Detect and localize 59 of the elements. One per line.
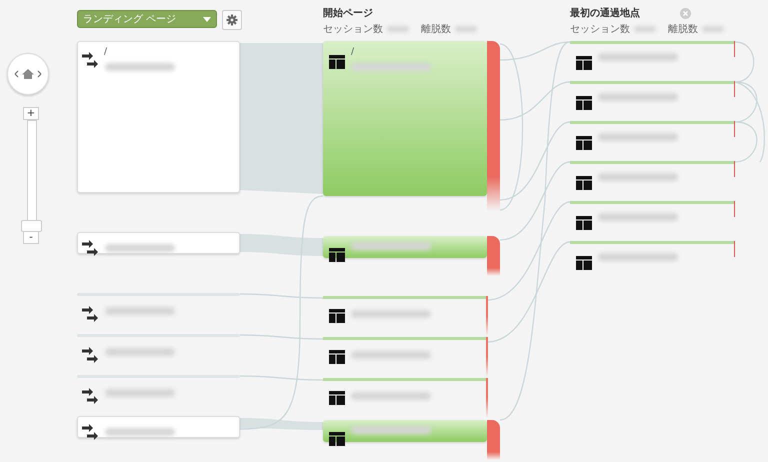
page-path: / — [351, 47, 354, 57]
blurred-text — [105, 63, 175, 71]
page-node[interactable] — [323, 296, 487, 299]
page-layout-icon — [576, 256, 592, 270]
page-layout-icon — [329, 248, 345, 262]
zoom-out-button[interactable]: - — [23, 231, 39, 244]
landing-page-node[interactable] — [77, 41, 240, 193]
exit-bar[interactable] — [487, 420, 500, 460]
settings-button[interactable] — [222, 10, 242, 30]
blurred-text — [105, 244, 175, 252]
exit-bar[interactable] — [487, 41, 500, 211]
page-layout-icon — [329, 432, 345, 446]
metric-label: 離脱数 — [668, 23, 698, 36]
page-layout-icon — [329, 309, 345, 323]
pan-home-control[interactable] — [7, 53, 49, 95]
blurred-text — [105, 348, 175, 356]
entrance-arrows-icon — [82, 51, 100, 69]
page-node[interactable] — [570, 121, 735, 124]
page-layout-icon — [329, 391, 345, 405]
page-node[interactable] — [570, 241, 735, 244]
entrance-arrows-icon — [82, 346, 100, 364]
page-node[interactable] — [323, 378, 487, 381]
blurred-value — [455, 26, 477, 32]
metric-label: セッション数 — [323, 23, 383, 36]
blurred-value — [387, 26, 409, 32]
blurred-text — [105, 389, 175, 397]
entrance-arrows-icon — [82, 387, 100, 405]
caret-icon — [203, 16, 211, 22]
page-path: / — [104, 47, 108, 57]
page-layout-icon — [576, 96, 592, 110]
settings-icon — [226, 14, 238, 26]
metric-label: 離脱数 — [421, 23, 451, 36]
zoom-in-button[interactable]: + — [23, 107, 39, 120]
page-layout-icon — [329, 350, 345, 364]
page-layout-icon — [576, 176, 592, 190]
page-layout-icon — [329, 55, 345, 69]
blurred-text — [105, 428, 175, 436]
page-node[interactable] — [570, 161, 735, 164]
page-layout-icon — [576, 56, 592, 70]
page-node[interactable] — [570, 41, 735, 44]
entrance-arrows-icon — [82, 305, 100, 323]
blurred-value — [634, 26, 656, 32]
page-node[interactable] — [570, 81, 735, 84]
page-layout-icon — [576, 136, 592, 150]
page-node[interactable] — [323, 41, 487, 196]
close-icon[interactable] — [680, 8, 691, 18]
column-title: 最初の通過地点 — [570, 6, 640, 20]
exit-bar[interactable] — [487, 236, 500, 276]
zoom-slider-handle[interactable] — [21, 220, 42, 232]
page-layout-icon — [576, 216, 592, 230]
page-node[interactable] — [570, 201, 735, 204]
blurred-value — [702, 26, 724, 32]
metric-label: セッション数 — [570, 23, 630, 36]
entrance-arrows-icon — [82, 423, 100, 441]
column-title: 開始ページ — [323, 6, 373, 20]
entrance-arrows-icon — [82, 239, 100, 257]
page-node[interactable] — [323, 337, 487, 340]
blurred-text — [105, 307, 175, 315]
home-icon — [13, 68, 43, 80]
